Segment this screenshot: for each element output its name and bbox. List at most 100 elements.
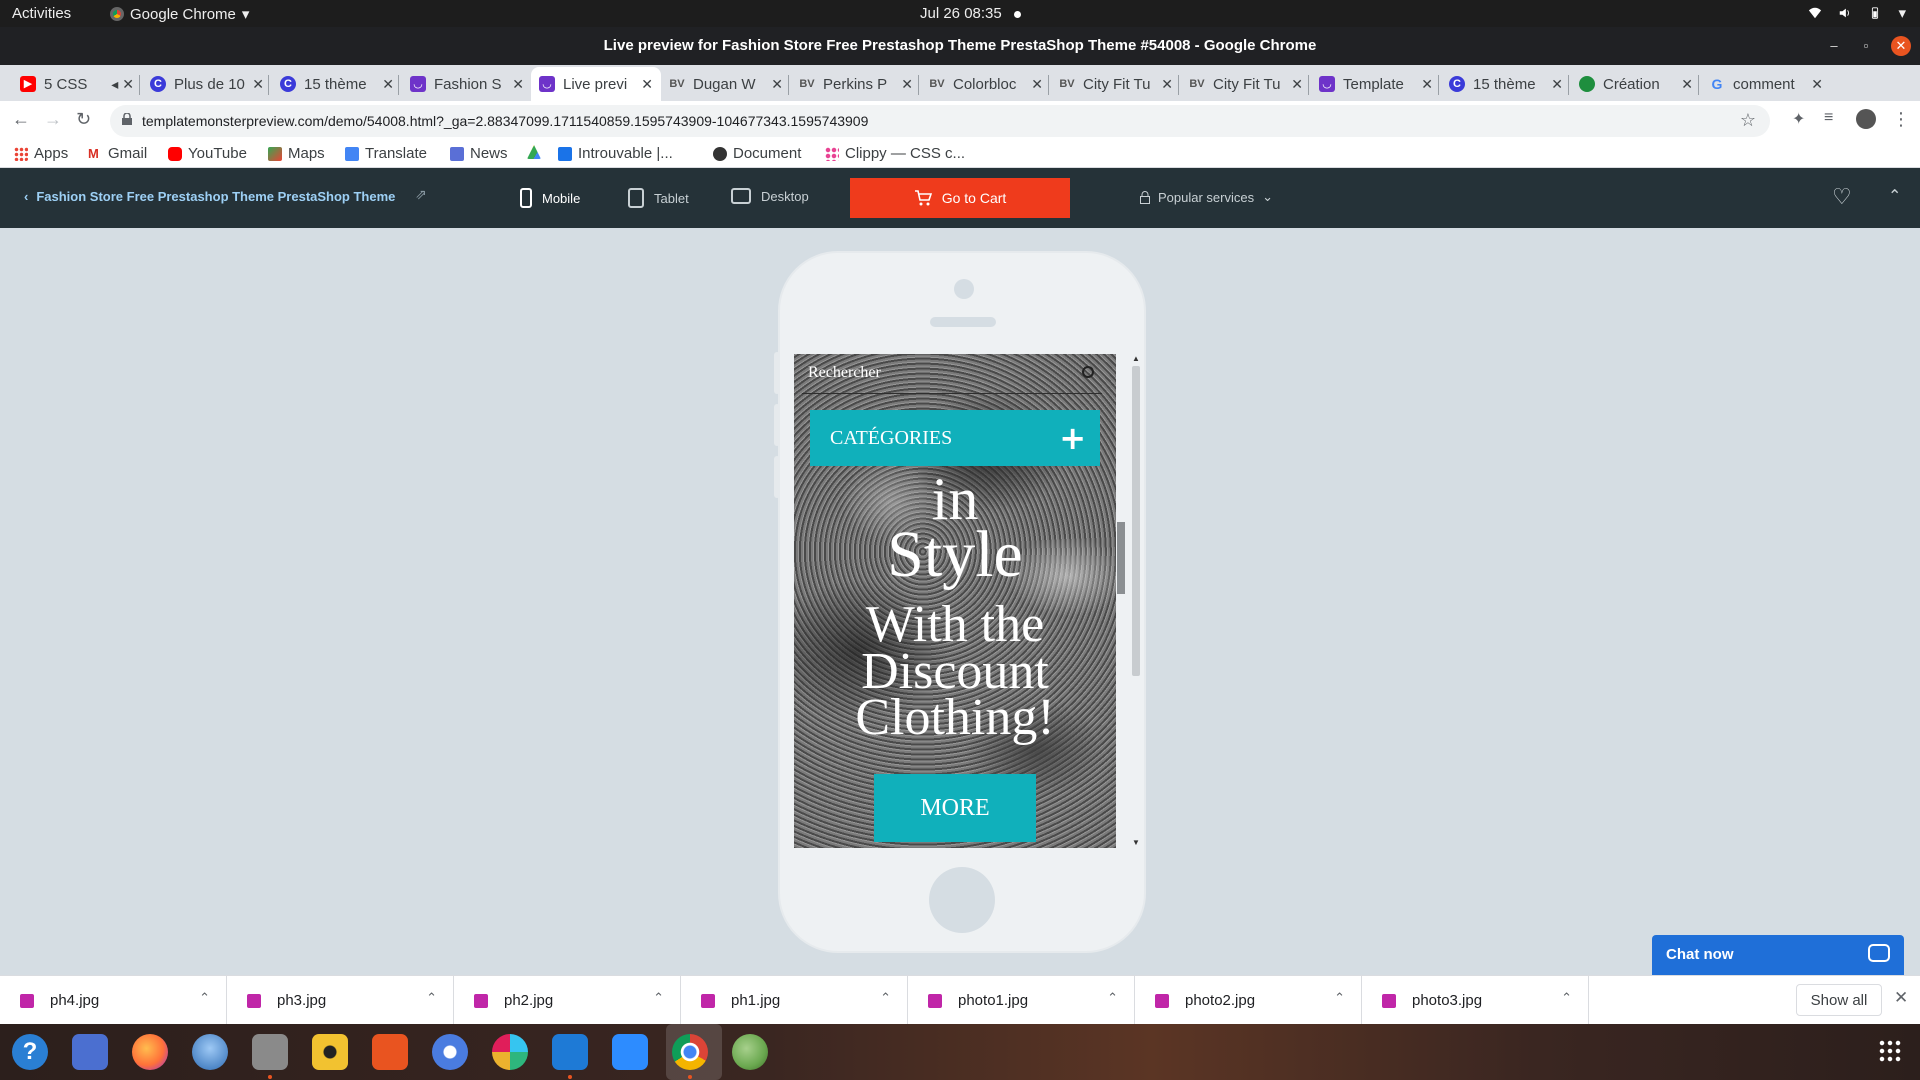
download-item[interactable]: ph3.jpg ⌃ [227,976,454,1025]
maps-app-icon[interactable] [732,1034,768,1070]
scroll-track[interactable] [1132,366,1140,676]
media-control-icon[interactable]: ≡ [1824,109,1833,127]
popular-services-dropdown[interactable]: Popular services ⌄ [1140,189,1273,205]
collapse-header-icon[interactable]: ⌃ [1888,186,1901,206]
bookmark-introuvable[interactable]: Introuvable |... [558,145,673,162]
external-link-icon[interactable]: ⇗ [415,186,427,203]
tab[interactable]: BV City Fit Tu ✕ [1051,67,1181,101]
minimize-button[interactable]: – [1824,36,1844,56]
reload-icon[interactable]: ↻ [76,109,91,130]
close-downloads-icon[interactable]: ✕ [1894,988,1908,1008]
files-icon[interactable] [252,1034,288,1070]
thunderbird-icon[interactable] [192,1034,228,1070]
rhythmbox-icon[interactable] [312,1034,348,1070]
close-icon[interactable]: ✕ [1551,76,1563,93]
back-icon[interactable]: ← [12,109,30,130]
system-tray[interactable]: ▾ [1808,4,1906,22]
zoom-icon[interactable] [612,1034,648,1070]
device-desktop-button[interactable]: Desktop [731,188,809,204]
close-window-button[interactable]: ✕ [1891,36,1911,56]
bookmark-apps[interactable]: Apps [14,145,68,162]
close-icon[interactable]: ✕ [1161,76,1173,93]
tab[interactable]: BV Dugan W ✕ [661,67,791,101]
close-icon[interactable]: ✕ [641,76,653,93]
tab[interactable]: C 15 thème ✕ [272,67,402,101]
bookmark-drive[interactable] [527,145,541,159]
chevron-up-icon[interactable]: ⌃ [199,990,210,1006]
maximize-button[interactable]: ▫ [1856,36,1876,56]
download-item[interactable]: photo3.jpg ⌃ [1362,976,1589,1025]
tab[interactable]: Création ✕ [1571,67,1701,101]
bookmark-translate[interactable]: Translate [345,145,427,162]
activities-button[interactable]: Activities [12,5,71,22]
slack-icon[interactable] [492,1034,528,1070]
vscode-icon[interactable] [552,1034,588,1070]
close-icon[interactable]: ✕ [1291,76,1303,93]
bookmark-clippy[interactable]: Clippy — CSS c... [825,145,965,162]
more-button[interactable]: MORE [874,774,1036,842]
forward-icon[interactable]: → [44,109,62,130]
help-icon[interactable]: ? [12,1034,48,1070]
scroll-thumb[interactable] [1117,522,1125,594]
close-icon[interactable]: ✕ [1681,76,1693,93]
tab-active[interactable]: ◡ Live previ ✕ [531,67,661,101]
chevron-up-icon[interactable]: ⌃ [880,990,891,1006]
close-icon[interactable]: ✕ [122,76,134,93]
download-item[interactable]: photo2.jpg ⌃ [1135,976,1362,1025]
chat-now-widget[interactable]: Chat now [1652,935,1904,975]
bookmark-maps[interactable]: Maps [268,145,325,162]
chromium-icon[interactable] [432,1034,468,1070]
tab[interactable]: BV City Fit Tu ✕ [1181,67,1311,101]
tab[interactable]: ▶ 5 CSS ◂ ✕ [12,67,142,101]
heart-icon[interactable]: ♡ [1832,184,1852,210]
search-field[interactable]: Rechercher [802,354,1102,394]
tab[interactable]: ◡ Template ✕ [1311,67,1441,101]
chevron-up-icon[interactable]: ⌃ [1107,990,1118,1006]
close-icon[interactable]: ✕ [771,76,783,93]
extensions-icon[interactable]: ✦ [1792,109,1805,129]
back-to-product-link[interactable]: ‹ Fashion Store Free Prestashop Theme Pre… [24,189,395,204]
tab[interactable]: Gcomment ✕ [1701,67,1831,101]
bookmark-gmail[interactable]: M Gmail [88,145,147,162]
bookmark-document[interactable]: Document [713,145,801,162]
tab[interactable]: BV Colorbloc ✕ [921,67,1051,101]
chrome-icon[interactable] [672,1034,708,1070]
categories-toggle[interactable]: CATÉGORIES + [810,410,1100,466]
go-to-cart-button[interactable]: Go to Cart [850,178,1070,218]
tab[interactable]: C Plus de 10 ✕ [142,67,272,101]
software-icon[interactable] [372,1034,408,1070]
download-item[interactable]: ph4.jpg ⌃ [0,976,227,1025]
app-menu[interactable]: Google Chrome ▾ [110,5,249,23]
translate-app-icon[interactable] [72,1034,108,1070]
download-item[interactable]: ph2.jpg ⌃ [454,976,681,1025]
close-icon[interactable]: ✕ [512,76,524,93]
chevron-up-icon[interactable]: ⌃ [653,990,664,1006]
close-icon[interactable]: ✕ [1031,76,1043,93]
scroll-up-arrow-icon[interactable]: ▲ [1132,354,1140,363]
chevron-up-icon[interactable]: ⌃ [1334,990,1345,1006]
close-icon[interactable]: ✕ [1811,76,1823,93]
address-bar[interactable]: templatemonsterpreview.com/demo/54008.ht… [110,105,1770,137]
tab[interactable]: ◡ Fashion S ✕ [402,67,532,101]
device-mobile-button[interactable]: Mobile [520,188,580,208]
chevron-up-icon[interactable]: ⌃ [426,990,437,1006]
tab[interactable]: C 15 thème ✕ [1441,67,1571,101]
clock[interactable]: Jul 26 08:35 [920,5,1021,22]
bookmark-news[interactable]: News [450,145,508,162]
show-all-button[interactable]: Show all [1796,984,1882,1016]
bookmark-star-icon[interactable]: ☆ [1740,110,1756,131]
search-icon[interactable] [1082,366,1094,378]
firefox-icon[interactable] [132,1034,168,1070]
scroll-down-arrow-icon[interactable]: ▼ [1132,838,1140,847]
preview-scrollbar[interactable]: ▲ ▼ [1117,354,1140,848]
close-icon[interactable]: ✕ [901,76,913,93]
mute-icon[interactable]: ◂ [111,76,118,93]
device-tablet-button[interactable]: Tablet [628,188,689,208]
close-icon[interactable]: ✕ [382,76,394,93]
download-item[interactable]: ph1.jpg ⌃ [681,976,908,1025]
bookmark-youtube[interactable]: YouTube [168,145,247,162]
chevron-up-icon[interactable]: ⌃ [1561,990,1572,1006]
show-applications-icon[interactable] [1878,1039,1902,1063]
download-item[interactable]: photo1.jpg ⌃ [908,976,1135,1025]
profile-avatar[interactable] [1856,109,1876,129]
